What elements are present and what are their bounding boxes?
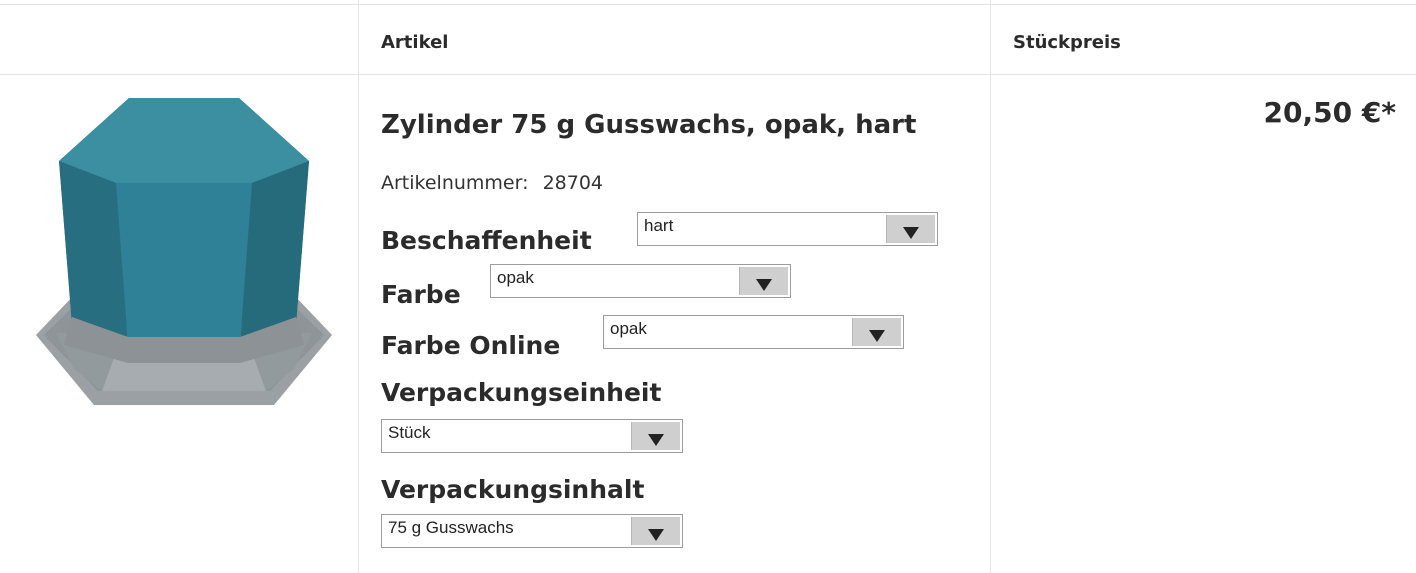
wax-block-image <box>36 98 332 405</box>
verpackungsinhalt-select[interactable]: 75 g Gusswachs <box>381 514 683 548</box>
beschaffenheit-select-value: hart <box>644 216 674 235</box>
header-top-border <box>0 4 1416 5</box>
verpackungseinheit-dropdown-arrow[interactable] <box>631 422 680 450</box>
unit-price: 20,50 €* <box>1263 96 1396 129</box>
option-label-beschaffenheit: Beschaffenheit <box>381 226 592 255</box>
header-bottom-border <box>0 74 1416 75</box>
chevron-down-icon <box>648 434 664 446</box>
chevron-down-icon <box>756 279 772 291</box>
product-title[interactable]: Zylinder 75 g Gusswachs, opak, hart <box>381 110 916 140</box>
option-label-verpackungsinhalt: Verpackungsinhalt <box>381 475 645 504</box>
chevron-down-icon <box>648 529 664 541</box>
farbe-select-value: opak <box>497 268 534 287</box>
verpackungsinhalt-dropdown-arrow[interactable] <box>631 517 680 545</box>
chevron-down-icon <box>869 330 885 342</box>
article-number-value: 28704 <box>542 172 604 194</box>
verpackungsinhalt-select-value: 75 g Gusswachs <box>388 518 514 537</box>
article-number-label: Artikelnummer: <box>381 172 529 194</box>
option-label-farbe-online: Farbe Online <box>381 331 561 360</box>
option-label-verpackungseinheit: Verpackungseinheit <box>381 378 662 407</box>
column-header-article: Artikel <box>381 32 449 53</box>
article-number: Artikelnummer: 28704 <box>381 172 603 194</box>
farbe-online-dropdown-arrow[interactable] <box>852 318 901 346</box>
farbe-online-select-value: opak <box>610 319 647 338</box>
chevron-down-icon <box>903 227 919 239</box>
column-header-unit-price: Stückpreis <box>1013 32 1121 53</box>
verpackungseinheit-select[interactable]: Stück <box>381 419 683 453</box>
farbe-dropdown-arrow[interactable] <box>739 267 788 295</box>
column-divider-article-price <box>990 0 991 573</box>
product-image[interactable] <box>34 95 334 411</box>
column-divider-image-article <box>358 0 359 573</box>
beschaffenheit-select[interactable]: hart <box>637 212 938 246</box>
option-label-farbe: Farbe <box>381 280 461 309</box>
farbe-select[interactable]: opak <box>490 264 791 298</box>
beschaffenheit-dropdown-arrow[interactable] <box>886 215 935 243</box>
farbe-online-select[interactable]: opak <box>603 315 904 349</box>
verpackungseinheit-select-value: Stück <box>388 423 431 442</box>
